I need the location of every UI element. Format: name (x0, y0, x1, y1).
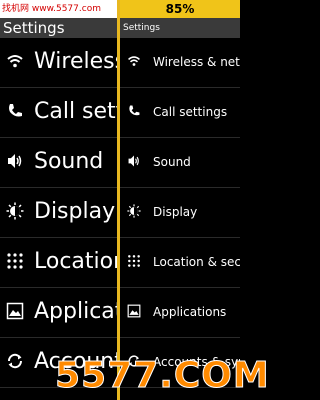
settings-item-applications[interactable]: Applications (120, 288, 240, 338)
settings-item-label: Sound (153, 155, 191, 169)
settings-item-display[interactable]: Display (120, 188, 240, 238)
settings-item-accounts-sync[interactable]: Accounts & sync (120, 338, 240, 388)
settings-item-label: Wireless & networks (153, 55, 240, 69)
battery-status: 85% (120, 0, 240, 18)
settings-item-location-security[interactable]: Location & security (120, 238, 240, 288)
site-label: 找机网 www.5577.com (0, 0, 117, 18)
settings-item-label: Applications (153, 305, 227, 319)
settings-item-label: Display (34, 199, 116, 224)
location-grid-icon (127, 254, 141, 268)
settings-list: Wireless & networks Call settings Sound … (120, 38, 240, 388)
settings-item-label: Accounts (34, 349, 117, 374)
page-title: Settings (120, 18, 240, 38)
wifi-icon (6, 52, 24, 70)
wifi-icon (127, 54, 141, 68)
location-grid-icon (6, 252, 24, 270)
speaker-icon (127, 154, 141, 168)
settings-item-location[interactable]: Location (0, 238, 117, 288)
settings-item-call-settings[interactable]: Call settings (120, 88, 240, 138)
applications-icon (127, 304, 141, 318)
settings-item-accounts[interactable]: Accounts (0, 338, 117, 388)
settings-item-applications[interactable]: Applications (0, 288, 117, 338)
settings-item-call-settings[interactable]: Call settings (0, 88, 117, 138)
zoomed-settings-pane: 找机网 www.5577.com Settings Wireless Call … (0, 0, 117, 400)
settings-item-label: Location & security (153, 255, 240, 269)
applications-icon (6, 302, 24, 320)
settings-item-label: Location (34, 249, 117, 274)
brightness-icon (127, 204, 141, 218)
settings-item-label: Call settings (34, 99, 117, 124)
sync-icon (6, 352, 24, 370)
settings-item-wireless[interactable]: Wireless (0, 38, 117, 88)
settings-item-label: Display (153, 205, 198, 219)
settings-item-display[interactable]: Display (0, 188, 117, 238)
settings-item-label: Applications (34, 299, 117, 324)
settings-item-sound[interactable]: Sound (120, 138, 240, 188)
settings-pane: 85% Settings Wireless & networks Call se… (120, 0, 240, 400)
settings-item-wireless-networks[interactable]: Wireless & networks (120, 38, 240, 88)
settings-list: Wireless Call settings Sound Display Loc… (0, 38, 117, 388)
phone-icon (127, 104, 141, 118)
settings-item-label: Wireless (34, 49, 117, 74)
brightness-icon (6, 202, 24, 220)
settings-item-label: Call settings (153, 105, 228, 119)
page-title: Settings (0, 18, 117, 38)
settings-item-label: Sound (34, 149, 104, 174)
settings-item-label: Accounts & sync (153, 355, 240, 369)
settings-item-sound[interactable]: Sound (0, 138, 117, 188)
sync-icon (127, 354, 141, 368)
speaker-icon (6, 152, 24, 170)
phone-icon (6, 102, 24, 120)
